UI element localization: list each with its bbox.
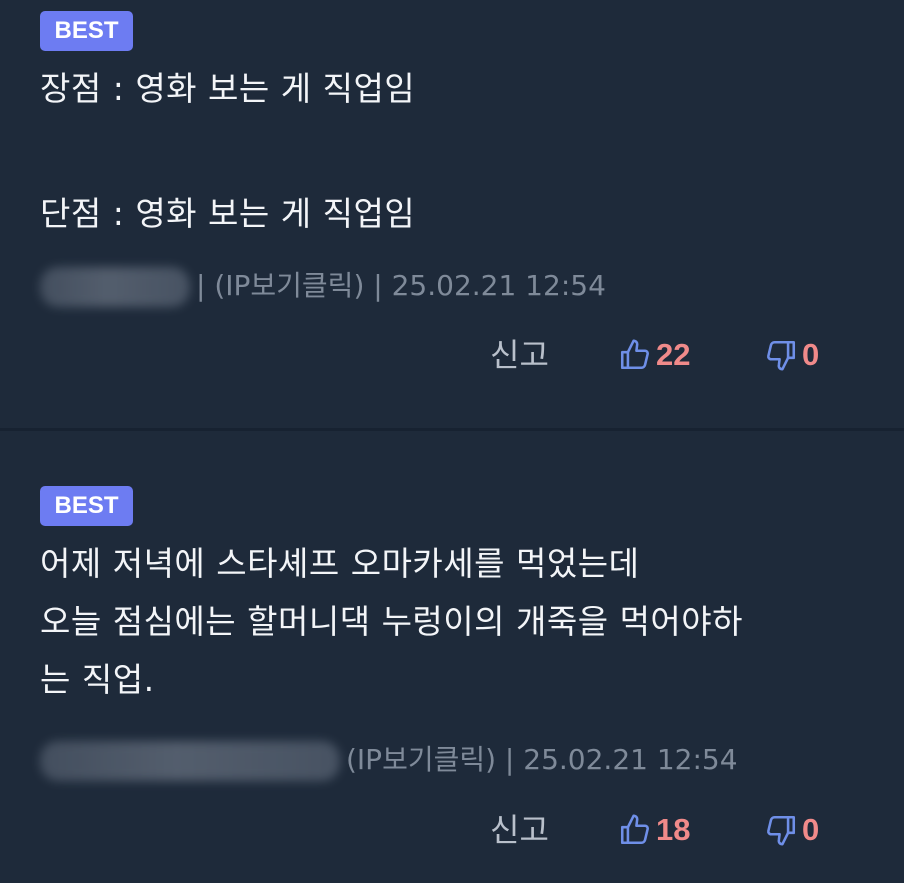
- comment-meta: (IP보기클릭) | 25.02.21 12:54: [40, 740, 738, 781]
- comment-text-line: 오늘 점심에는 할머니댁 누렁이의 개죽을 먹어야하: [40, 602, 744, 641]
- report-button[interactable]: 신고: [490, 330, 549, 380]
- comment-meta-text: (IP보기클릭) | 25.02.21 12:54: [346, 743, 738, 776]
- comment-meta: | (IP보기클릭) | 25.02.21 12:54: [40, 266, 606, 307]
- report-button[interactable]: 신고: [490, 805, 549, 855]
- comment-item: BEST 장점 : 영화 보는 게 직업임 단점 : 영화 보는 게 직업임 |…: [0, 0, 904, 428]
- best-badge: BEST: [40, 11, 133, 51]
- thumbs-down-icon: [767, 815, 796, 846]
- comment-text-line: 어제 저녁에 스타셰프 오마카세를 먹었는데: [40, 544, 640, 583]
- dislike-count: 0: [802, 337, 820, 372]
- comment-text-line: 단점 : 영화 보는 게 직업임: [40, 194, 416, 233]
- dislike-count: 0: [802, 812, 820, 847]
- comment-text-line: 는 직업.: [40, 660, 155, 699]
- like-count: 22: [656, 337, 691, 372]
- dislike-button[interactable]: 0: [764, 805, 819, 855]
- redacted-author: [40, 741, 340, 781]
- thumbs-up-icon: [620, 339, 649, 370]
- comment-text: 어제 저녁에 스타셰프 오마카세를 먹었는데 오늘 점심에는 할머니댁 누렁이의…: [40, 535, 874, 709]
- comment-text-line: 장점 : 영화 보는 게 직업임: [40, 69, 416, 108]
- thumbs-up-icon: [620, 814, 649, 845]
- dislike-button[interactable]: 0: [764, 330, 819, 380]
- redacted-author: [40, 267, 190, 307]
- like-button[interactable]: 22: [618, 330, 690, 380]
- comment-meta-text: | (IP보기클릭) | 25.02.21 12:54: [196, 269, 606, 302]
- comment-actions: 신고 22 0: [0, 330, 904, 380]
- thumbs-down-icon: [767, 340, 796, 371]
- comment-item: BEST 어제 저녁에 스타셰프 오마카세를 먹었는데 오늘 점심에는 할머니댁…: [0, 431, 904, 883]
- best-badge: BEST: [40, 486, 133, 526]
- like-count: 18: [656, 812, 691, 847]
- comment-list: BEST 장점 : 영화 보는 게 직업임 단점 : 영화 보는 게 직업임 |…: [0, 0, 904, 883]
- like-button[interactable]: 18: [618, 805, 690, 855]
- comment-actions: 신고 18 0: [0, 805, 904, 855]
